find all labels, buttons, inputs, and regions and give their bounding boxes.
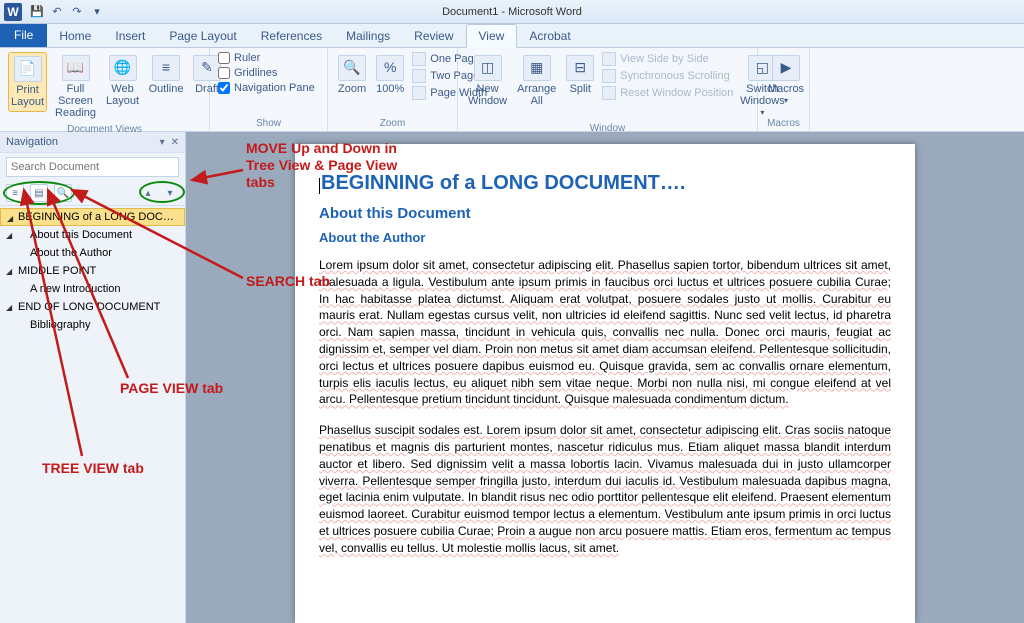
arrange-all-button[interactable]: ▦Arrange All [515, 52, 558, 110]
nav-pane-title: Navigation [6, 136, 58, 148]
tab-acrobat[interactable]: Acrobat [517, 25, 582, 47]
group-label: Zoom [336, 116, 449, 129]
full-screen-reading-button[interactable]: 📖Full Screen Reading [53, 52, 98, 122]
nav-tabs-row: ≡ ▤ 🔍 ▴ ▾ [0, 181, 185, 206]
macros-button[interactable]: ▶Macros▾ [766, 52, 806, 109]
window-title: Document1 - Microsoft Word [442, 6, 582, 18]
body-paragraph: Lorem ipsum dolor sit amet, consectetur … [319, 257, 891, 408]
sync-scrolling-button: Synchronous Scrolling [602, 69, 733, 83]
redo-icon[interactable]: ↷ [70, 5, 84, 19]
quick-access-toolbar: 💾 ↶ ↷ ▾ [30, 5, 104, 19]
reset-window-button: Reset Window Position [602, 86, 733, 100]
group-show: Ruler Gridlines Navigation Pane Show [210, 48, 328, 131]
zoom-button[interactable]: 🔍Zoom [336, 52, 368, 98]
nav-search [6, 157, 179, 177]
tab-review[interactable]: Review [402, 25, 465, 47]
document-area: BEGINNING of a LONG DOCUMENT…. About thi… [186, 132, 1024, 623]
gridlines-checkbox[interactable]: Gridlines [218, 67, 319, 79]
group-label: Macros [766, 116, 801, 129]
group-label: Show [218, 116, 319, 129]
nav-pane-header: Navigation ▾ ✕ [0, 132, 185, 153]
heading-1: BEGINNING of a LONG DOCUMENT…. [319, 172, 891, 195]
navigation-pane: Navigation ▾ ✕ ≡ ▤ 🔍 ▴ ▾ ◢BEGINNING of a… [0, 132, 186, 623]
nav-close-icon[interactable]: ✕ [171, 137, 179, 148]
document-page: BEGINNING of a LONG DOCUMENT…. About thi… [295, 144, 915, 623]
print-layout-button[interactable]: 📄Print Layout [8, 52, 47, 112]
tab-insert[interactable]: Insert [103, 25, 157, 47]
nav-tree-item[interactable]: ◢END OF LONG DOCUMENT [0, 298, 185, 316]
nav-tree-item[interactable]: ◢About this Document [0, 226, 185, 244]
nav-tree-item[interactable]: Bibliography [0, 316, 185, 334]
tab-home[interactable]: Home [47, 25, 103, 47]
hundred-percent-button[interactable]: %100% [374, 52, 406, 98]
group-window: ◫New Window ▦Arrange All ⊟Split View Sid… [458, 48, 758, 131]
title-bar: W 💾 ↶ ↷ ▾ Document1 - Microsoft Word [0, 0, 1024, 24]
save-icon[interactable]: 💾 [30, 5, 44, 19]
heading-2: About this Document [319, 205, 891, 222]
page-view-tab[interactable]: ▤ [30, 184, 48, 202]
ruler-checkbox[interactable]: Ruler [218, 52, 319, 64]
tab-mailings[interactable]: Mailings [334, 25, 402, 47]
group-document-views: 📄Print Layout 📖Full Screen Reading 🌐Web … [0, 48, 210, 131]
nav-tree-item[interactable]: ◢MIDDLE POINT [0, 262, 185, 280]
web-layout-button[interactable]: 🌐Web Layout [104, 52, 141, 110]
tree-view-tab[interactable]: ≡ [6, 184, 24, 202]
tab-references[interactable]: References [249, 25, 334, 47]
group-macros: ▶Macros▾ Macros [758, 48, 810, 131]
ribbon: 📄Print Layout 📖Full Screen Reading 🌐Web … [0, 48, 1024, 132]
file-tab[interactable]: File [0, 23, 47, 47]
qat-dropdown-icon[interactable]: ▾ [90, 5, 104, 19]
tab-page-layout[interactable]: Page Layout [157, 25, 248, 47]
ribbon-tabs: File Home Insert Page Layout References … [0, 24, 1024, 48]
group-zoom: 🔍Zoom %100% One Page Two Pages Page Widt… [328, 48, 458, 131]
tab-view[interactable]: View [466, 24, 518, 48]
search-results-tab[interactable]: 🔍 [54, 184, 72, 202]
body-paragraph: Phasellus suscipit sodales est. Lorem ip… [319, 422, 891, 556]
new-window-button[interactable]: ◫New Window [466, 52, 509, 110]
nav-prev-button[interactable]: ▴ [139, 184, 157, 202]
view-side-by-side-button: View Side by Side [602, 52, 733, 66]
nav-tree-item[interactable]: A new Introduction [0, 280, 185, 298]
word-app-icon: W [4, 3, 22, 21]
heading-3: About the Author [319, 230, 891, 245]
nav-tree: ◢BEGINNING of a LONG DOCU…◢About this Do… [0, 206, 185, 336]
nav-next-button[interactable]: ▾ [161, 184, 179, 202]
search-input[interactable] [6, 157, 179, 177]
outline-button[interactable]: ≡Outline [147, 52, 185, 98]
nav-tree-item[interactable]: ◢BEGINNING of a LONG DOCU… [0, 208, 185, 226]
nav-tree-item[interactable]: About the Author [0, 244, 185, 262]
undo-icon[interactable]: ↶ [50, 5, 64, 19]
split-button[interactable]: ⊟Split [564, 52, 596, 98]
navigation-pane-checkbox[interactable]: Navigation Pane [218, 82, 319, 94]
nav-dropdown-icon[interactable]: ▾ [160, 137, 165, 148]
